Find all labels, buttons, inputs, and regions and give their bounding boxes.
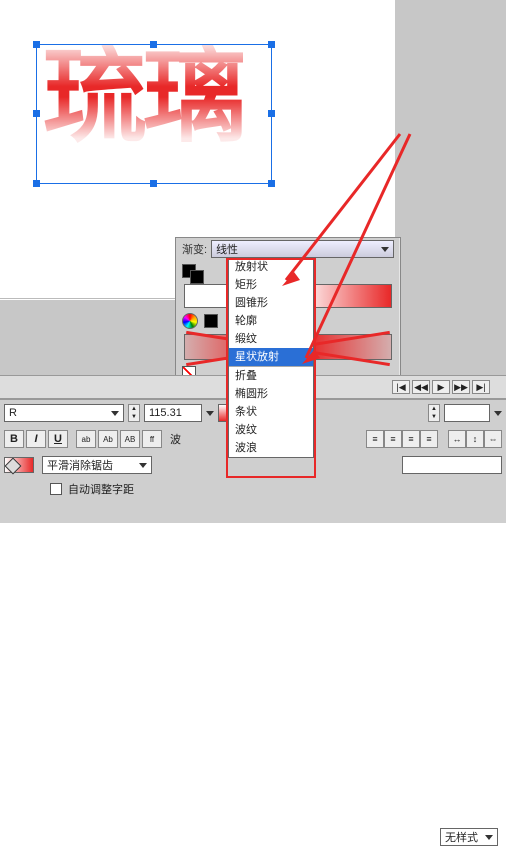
label: 波 bbox=[170, 431, 181, 447]
ligature-button[interactable]: ff bbox=[142, 430, 162, 448]
text-field[interactable] bbox=[402, 456, 502, 474]
anti-alias-value: 平滑消除锯齿 bbox=[47, 457, 113, 473]
align-left-button[interactable]: ≡ bbox=[366, 430, 384, 448]
align-justify-button[interactable]: ≡ bbox=[420, 430, 438, 448]
dist-button[interactable]: ↕ bbox=[466, 430, 484, 448]
menu-item[interactable]: 轮廓 bbox=[229, 312, 313, 330]
dist-button[interactable]: ↔ bbox=[448, 430, 466, 448]
swatch-white[interactable] bbox=[190, 270, 204, 284]
menu-item[interactable]: 椭圆形 bbox=[229, 385, 313, 403]
canvas-outside bbox=[395, 0, 506, 300]
align-right-button[interactable]: ≡ bbox=[402, 430, 420, 448]
selected-text-object[interactable]: 琉璃 bbox=[36, 44, 272, 184]
gradient-type-value: 线性 bbox=[216, 241, 238, 257]
auto-kern-label: 自动调整字距 bbox=[68, 481, 134, 497]
resize-handle[interactable] bbox=[33, 180, 40, 187]
resize-handle[interactable] bbox=[33, 110, 40, 117]
italic-button[interactable]: I bbox=[26, 430, 46, 448]
stroke-swatch[interactable] bbox=[4, 457, 34, 473]
numeric-field[interactable] bbox=[444, 404, 490, 422]
font-size-value: 115.31 bbox=[149, 407, 182, 419]
gradient-type-dropdown[interactable]: 线性 bbox=[211, 240, 394, 258]
chevron-down-icon[interactable] bbox=[206, 411, 214, 416]
menu-item[interactable]: 折叠 bbox=[229, 367, 313, 385]
font-size-stepper[interactable]: ▲▼ bbox=[128, 404, 140, 422]
color-swatches[interactable] bbox=[182, 264, 210, 278]
case-button[interactable]: AB bbox=[120, 430, 140, 448]
next-frame-button[interactable]: ▶▶ bbox=[452, 380, 470, 394]
menu-item[interactable]: 矩形 bbox=[229, 276, 313, 294]
first-frame-button[interactable]: |◀ bbox=[392, 380, 410, 394]
font-family-value: R bbox=[9, 407, 17, 419]
chevron-down-icon bbox=[111, 411, 119, 416]
chevron-down-icon bbox=[485, 835, 493, 840]
menu-item-selected[interactable]: 星状放射 bbox=[229, 348, 313, 366]
gradient-type-menu: 放射状 矩形 圆锥形 轮廓 缎纹 星状放射 折叠 椭圆形 条状 波纹 波浪 bbox=[228, 257, 314, 458]
menu-item[interactable]: 缎纹 bbox=[229, 330, 313, 348]
canvas-text: 琉璃 bbox=[43, 45, 243, 149]
resize-handle[interactable] bbox=[33, 41, 40, 48]
playback-controls: |◀ ◀◀ ▶ ▶▶ ▶| bbox=[392, 380, 506, 394]
auto-kern-checkbox[interactable] bbox=[50, 483, 62, 495]
resize-handle[interactable] bbox=[268, 41, 275, 48]
menu-item[interactable]: 圆锥形 bbox=[229, 294, 313, 312]
resize-handle[interactable] bbox=[150, 41, 157, 48]
style-dropdown[interactable]: 无样式 bbox=[440, 828, 498, 846]
resize-handle[interactable] bbox=[268, 180, 275, 187]
dist-button[interactable]: ⇔ bbox=[484, 430, 502, 448]
gradient-label: 渐变: bbox=[182, 241, 207, 257]
align-buttons: ≡ ≡ ≡ ≡ bbox=[366, 430, 438, 448]
play-button[interactable]: ▶ bbox=[432, 380, 450, 394]
colorwheel-icon[interactable] bbox=[182, 313, 198, 329]
resize-handle[interactable] bbox=[268, 110, 275, 117]
resize-handle[interactable] bbox=[150, 180, 157, 187]
style-value: 无样式 bbox=[445, 829, 478, 845]
chevron-down-icon[interactable] bbox=[494, 411, 502, 416]
stepper[interactable]: ▲▼ bbox=[428, 404, 440, 422]
last-frame-button[interactable]: ▶| bbox=[472, 380, 490, 394]
prev-frame-button[interactable]: ◀◀ bbox=[412, 380, 430, 394]
swatch-small[interactable] bbox=[204, 314, 218, 328]
case-button[interactable]: Ab bbox=[98, 430, 118, 448]
bold-button[interactable]: B bbox=[4, 430, 24, 448]
font-size-field[interactable]: 115.31 bbox=[144, 404, 202, 422]
underline-button[interactable]: U bbox=[48, 430, 68, 448]
menu-item[interactable]: 放射状 bbox=[229, 258, 313, 276]
menu-item[interactable]: 波浪 bbox=[229, 439, 313, 457]
distribute-buttons: ↔ ↕ ⇔ bbox=[448, 430, 502, 448]
chevron-down-icon bbox=[139, 463, 147, 468]
anti-alias-dropdown[interactable]: 平滑消除锯齿 bbox=[42, 456, 152, 474]
align-center-button[interactable]: ≡ bbox=[384, 430, 402, 448]
menu-item[interactable]: 波纹 bbox=[229, 421, 313, 439]
chevron-down-icon bbox=[381, 247, 389, 252]
case-button[interactable]: ab bbox=[76, 430, 96, 448]
font-family-field[interactable]: R bbox=[4, 404, 124, 422]
menu-item[interactable]: 条状 bbox=[229, 403, 313, 421]
